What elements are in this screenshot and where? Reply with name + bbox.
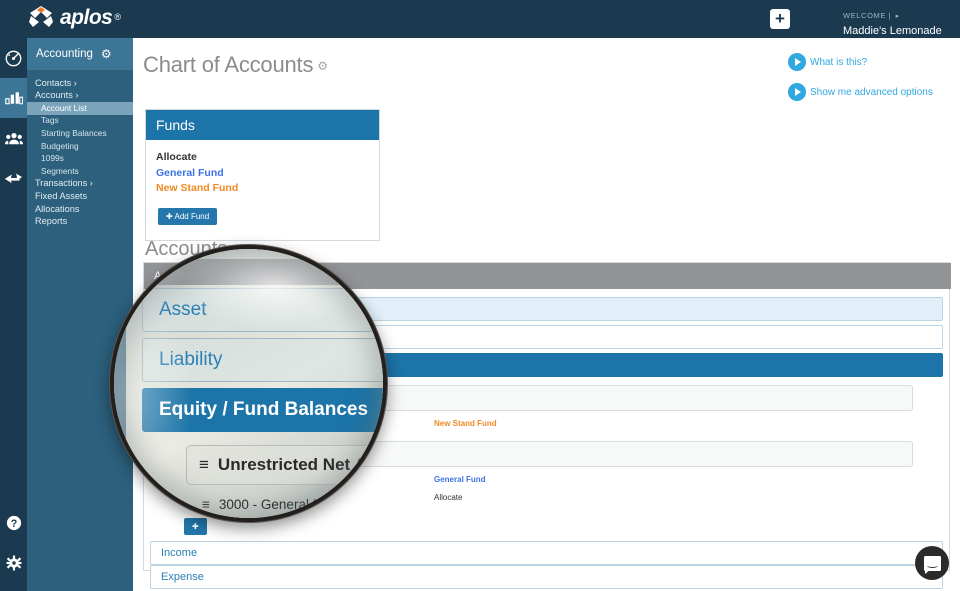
magnifier-lens: nts A Asset Liability Equity / Fund Bala… <box>110 245 387 522</box>
rail-bottom-group: ? <box>0 503 27 583</box>
gear-icon[interactable]: ⚙ <box>101 47 112 61</box>
magnified-row-asset[interactable]: Asset <box>142 288 383 332</box>
aplos-logo[interactable]: aplos ® <box>28 4 121 30</box>
transfers-icon[interactable] <box>0 158 27 198</box>
welcome-label: WELCOME | <box>843 11 892 20</box>
what-is-this-link[interactable]: What is this? <box>788 53 867 71</box>
magnified-group-unrestricted[interactable]: ≡ Unrestricted Net Assets <box>186 445 386 485</box>
magnified-account-label: 3000 - General Fund - Fund Balance <box>218 497 387 512</box>
help-icon[interactable]: ? <box>0 503 27 543</box>
magnifier-content: nts A Asset Liability Equity / Fund Bala… <box>114 249 383 518</box>
aplos-logo-mark <box>28 4 54 30</box>
play-icon <box>788 83 806 101</box>
sidebar-item-fixed-assets[interactable]: Fixed Assets <box>27 190 133 203</box>
sidebar-item-transactions[interactable]: Transactions › <box>27 178 133 191</box>
settings-gear-icon[interactable]: ⚙ <box>317 59 328 73</box>
fund-tag-allocate: Allocate <box>434 493 463 502</box>
aplos-registered-mark: ® <box>114 12 121 22</box>
add-fund-button[interactable]: ✚ Add Fund <box>158 207 218 225</box>
funds-list: Allocate General Fund New Stand Fund ✚ A… <box>146 140 379 225</box>
sidebar-module-label: Accounting <box>36 48 93 60</box>
aplos-logo-text: aplos <box>60 6 113 29</box>
page-title: Chart of Accounts ⚙ <box>143 52 328 78</box>
svg-text:?: ? <box>10 518 17 530</box>
sidebar-item-starting-balances[interactable]: Starting Balances <box>27 127 133 140</box>
sidebar-nav: Contacts › Accounts › Account List Tags Star… <box>27 70 133 228</box>
show-advanced-options-label: Show me advanced options <box>810 86 933 98</box>
sidebar-item-budgeting[interactable]: Budgeting <box>27 140 133 153</box>
drag-handle-icon[interactable]: ≡ <box>199 455 209 475</box>
welcome-row: WELCOME | ▸ <box>843 5 942 23</box>
top-bar: aplos ® + WELCOME | ▸ Maddie's Lemonade <box>0 0 960 38</box>
sidebar-item-segments[interactable]: Segments <box>27 165 133 178</box>
sidebar-item-accounts[interactable]: Accounts › <box>27 90 133 103</box>
sidebar-item-contacts[interactable]: Contacts › <box>27 77 133 90</box>
show-advanced-options-link[interactable]: Show me advanced options <box>788 83 933 101</box>
fund-item-allocate[interactable]: Allocate <box>156 150 379 166</box>
funds-card: Funds Allocate General Fund New Stand Fu… <box>145 109 380 241</box>
add-new-button[interactable]: + <box>770 9 790 29</box>
magnified-row-equity[interactable]: Equity / Fund Balances <box>142 388 383 432</box>
what-is-this-label: What is this? <box>810 56 868 68</box>
gear-icon[interactable] <box>0 543 27 583</box>
sidebar-module-header[interactable]: Accounting ⚙ <box>27 38 133 70</box>
magnified-toolbar: A <box>124 259 383 285</box>
dashboard-icon[interactable] <box>0 38 27 78</box>
chat-widget-button[interactable] <box>915 546 949 580</box>
fund-tag-new-stand-fund: New Stand Fund <box>434 419 497 428</box>
sidebar-item-tags[interactable]: Tags <box>27 115 133 128</box>
chevron-right-icon: ▸ <box>895 13 900 20</box>
account-type-row-income[interactable]: Income <box>150 541 943 565</box>
icon-rail: ? <box>0 38 27 591</box>
funds-card-header: Funds <box>146 110 379 140</box>
magnified-account-3000[interactable]: ≡ 3000 - General Fund - Fund Balance <box>202 497 387 512</box>
chat-smile <box>926 563 938 568</box>
add-account-button[interactable]: ✚ <box>184 518 207 535</box>
magnified-group-label: Unrestricted Net Assets <box>217 455 386 474</box>
sidebar-item-1099s[interactable]: 1099s <box>27 153 133 166</box>
chat-bubble-icon <box>923 555 941 574</box>
play-icon <box>788 53 806 71</box>
account-menu[interactable]: WELCOME | ▸ Maddie's Lemonade <box>843 5 942 37</box>
organization-name: Maddie's Lemonade <box>843 25 942 37</box>
fund-item-general-fund[interactable]: General Fund <box>156 166 379 182</box>
drag-handle-icon[interactable]: ≡ <box>202 497 210 512</box>
sidebar-item-allocations[interactable]: Allocations <box>27 203 133 216</box>
fund-tag-general-fund: General Fund <box>434 475 486 484</box>
magnified-row-liability[interactable]: Liability <box>142 338 383 382</box>
fund-item-new-stand-fund[interactable]: New Stand Fund <box>156 181 379 197</box>
accounting-icon[interactable] <box>0 78 27 118</box>
account-type-row-expense[interactable]: Expense <box>150 565 943 589</box>
page-title-text: Chart of Accounts <box>143 52 314 77</box>
contacts-icon[interactable] <box>0 118 27 158</box>
sidebar-item-reports[interactable]: Reports <box>27 216 133 229</box>
sidebar-item-account-list[interactable]: Account List <box>27 102 133 115</box>
